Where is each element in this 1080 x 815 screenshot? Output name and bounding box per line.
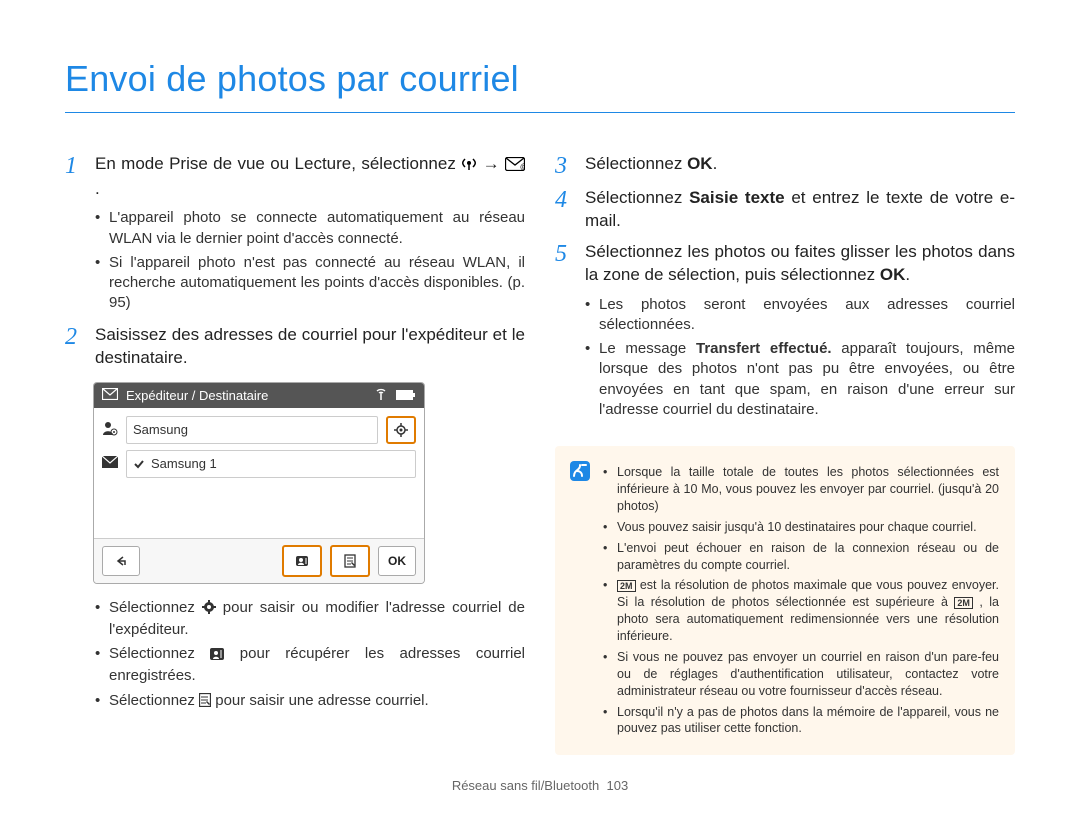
envelope-dark-icon xyxy=(102,455,118,473)
sub-b-pre: Sélectionnez xyxy=(109,645,210,662)
wlan-antenna-icon xyxy=(461,155,477,178)
check-icon xyxy=(133,458,145,470)
step-3-pre: Sélectionnez xyxy=(585,154,687,173)
step-5-sub-b-pre: Le message xyxy=(599,340,696,357)
step-3-number: 3 xyxy=(555,153,575,179)
step-3: 3 Sélectionnez OK. xyxy=(555,153,1015,179)
step-5: 5 Sélectionnez les photos ou faites glis… xyxy=(555,241,1015,287)
step-4-body: Sélectionnez Saisie texte et entrez le t… xyxy=(585,187,1015,233)
step-4-pre: Sélectionnez xyxy=(585,188,689,207)
step-1-period: . xyxy=(95,179,100,198)
arrow-text: → xyxy=(483,154,505,173)
person-gear-icon xyxy=(102,420,118,441)
info-1: Lorsque la taille totale de toutes les p… xyxy=(603,464,999,515)
page-footer: Réseau sans fil/Bluetooth 103 xyxy=(0,777,1080,795)
battery-icon xyxy=(396,387,416,405)
info-4-text-a: est la résolution de photos maximale que… xyxy=(617,578,999,609)
info-2: Vous pouvez saisir jusqu'à 10 destinatai… xyxy=(603,519,999,536)
info-6: Lorsqu'il n'y a pas de photos dans la mé… xyxy=(603,704,999,738)
step-1-sub-b: Si l'appareil photo n'est pas connecté a… xyxy=(95,253,525,314)
screenshot-header-label: Expéditeur / Destinataire xyxy=(126,387,366,405)
note-icon xyxy=(569,460,591,487)
addressbook-icon xyxy=(210,646,224,666)
compose-icon xyxy=(199,693,211,713)
info-5: Si vous ne pouvez pas envoyer un courrie… xyxy=(603,649,999,700)
footer-page: 103 xyxy=(606,778,628,793)
step-1-text: En mode Prise de vue ou Lecture, sélecti… xyxy=(95,154,461,173)
step-5-sub-b-bold: Transfert effectué. xyxy=(696,340,832,357)
step-1: 1 En mode Prise de vue ou Lecture, sélec… xyxy=(65,153,525,201)
step-5-sub-a: Les photos seront envoyées aux adresses … xyxy=(585,295,1015,336)
recipient-row: Samsung 1 xyxy=(102,450,416,478)
sender-gear-button[interactable] xyxy=(386,416,416,444)
step-5-number: 5 xyxy=(555,241,575,287)
step-1-sub: L'appareil photo se connecte automatique… xyxy=(95,208,525,313)
title-rule xyxy=(65,112,1015,113)
step-3-bold: OK xyxy=(687,154,713,173)
sender-row: Samsung xyxy=(102,416,416,444)
step-5-sub-b: Le message Transfert effectué. apparaît … xyxy=(585,339,1015,420)
info-4: 2M est la résolution de photos maximale … xyxy=(603,577,999,645)
step-5-sub: Les photos seront envoyées aux adresses … xyxy=(585,295,1015,421)
step-5-body: Sélectionnez les photos ou faites glisse… xyxy=(585,241,1015,287)
step-2-sub-a: Sélectionnez pour saisir ou modifier l'a… xyxy=(95,598,525,641)
step-5-bold: OK xyxy=(880,265,906,284)
resolution-badge-a: 2M xyxy=(617,580,636,592)
info-box: Lorsque la taille totale de toutes les p… xyxy=(555,446,1015,755)
envelope-icon xyxy=(102,387,118,405)
right-column: 3 Sélectionnez OK. 4 Sélectionnez Saisie… xyxy=(555,153,1015,756)
info-3: L'envoi peut échouer en raison de la con… xyxy=(603,540,999,574)
step-4-number: 4 xyxy=(555,187,575,233)
step-2-number: 2 xyxy=(65,324,85,370)
compose-button[interactable] xyxy=(330,545,370,577)
step-2: 2 Saisissez des adresses de courriel pou… xyxy=(65,324,525,370)
step-2-sub: Sélectionnez pour saisir ou modifier l'a… xyxy=(95,598,525,713)
step-4: 4 Sélectionnez Saisie texte et entrez le… xyxy=(555,187,1015,233)
recipient-input[interactable]: Samsung 1 xyxy=(126,450,416,478)
screenshot-header: Expéditeur / Destinataire xyxy=(94,383,424,409)
recipient-value: Samsung 1 xyxy=(151,455,217,473)
screenshot-footer: OK xyxy=(94,538,424,583)
step-1-sub-a: L'appareil photo se connecte automatique… xyxy=(95,208,525,249)
addressbook-button[interactable] xyxy=(282,545,322,577)
step-1-body: En mode Prise de vue ou Lecture, sélecti… xyxy=(95,153,525,201)
sub-a-pre: Sélectionnez xyxy=(109,599,202,616)
ok-button[interactable]: OK xyxy=(378,546,416,576)
step-5-post: . xyxy=(905,265,910,284)
resolution-badge-b: 2M xyxy=(954,597,973,609)
step-5-pre: Sélectionnez les photos ou faites glisse… xyxy=(585,242,1015,284)
step-1-number: 1 xyxy=(65,153,85,201)
page-title: Envoi de photos par courriel xyxy=(65,55,1015,104)
email-at-icon: @ xyxy=(505,155,525,178)
svg-text:@: @ xyxy=(520,164,525,171)
sub-c-pre: Sélectionnez xyxy=(109,692,199,709)
device-screenshot: Expéditeur / Destinataire Samsung xyxy=(93,382,425,584)
back-button[interactable] xyxy=(102,546,140,576)
signal-icon xyxy=(374,387,388,405)
step-2-sub-c: Sélectionnez pour saisir une adresse cou… xyxy=(95,691,525,713)
footer-section: Réseau sans fil/Bluetooth xyxy=(452,778,599,793)
step-2-sub-b: Sélectionnez pour récupérer les adresses… xyxy=(95,644,525,687)
step-3-body: Sélectionnez OK. xyxy=(585,153,1015,179)
sub-c-post: pour saisir une adresse courriel. xyxy=(215,692,428,709)
gear-icon xyxy=(202,600,216,620)
screenshot-body: Samsung Samsung 1 xyxy=(94,408,424,538)
left-column: 1 En mode Prise de vue ou Lecture, sélec… xyxy=(65,153,525,756)
step-4-bold: Saisie texte xyxy=(689,188,785,207)
step-2-body: Saisissez des adresses de courriel pour … xyxy=(95,324,525,370)
step-3-post: . xyxy=(713,154,718,173)
sender-input[interactable]: Samsung xyxy=(126,416,378,444)
